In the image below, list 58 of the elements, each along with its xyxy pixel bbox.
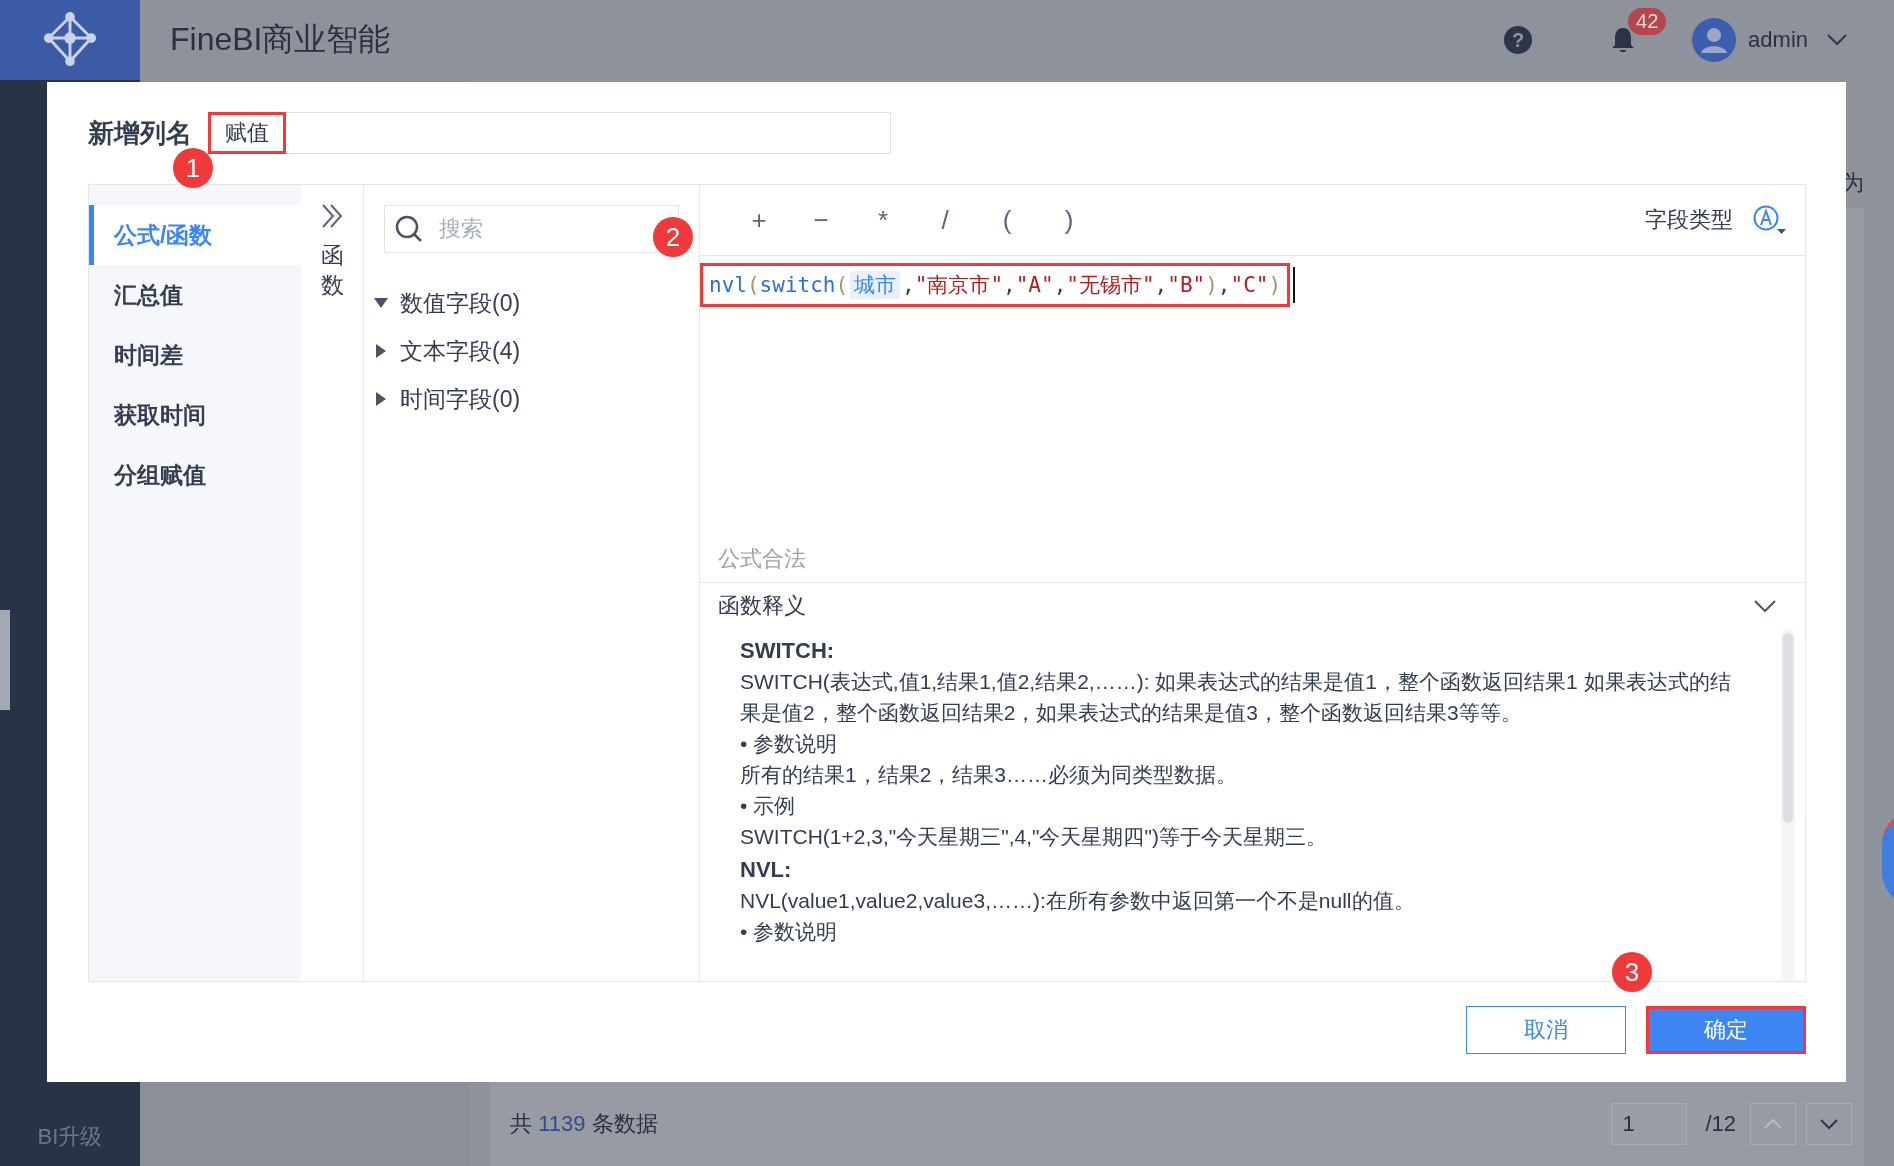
search-icon	[395, 215, 423, 243]
column-name-label: 新增列名	[88, 116, 192, 150]
help-title: 函数释义	[718, 592, 806, 620]
notification-badge: 42	[1628, 8, 1667, 35]
formula-status: 公式合法	[717, 545, 807, 573]
nav-item[interactable]: 获取时间	[89, 385, 301, 445]
collapse-icon[interactable]	[320, 203, 344, 229]
column-name-field[interactable]: 赋值	[208, 112, 891, 154]
page-total: /12	[1705, 1111, 1736, 1137]
step-badge: 2	[653, 217, 693, 257]
chevron-down-icon[interactable]	[1826, 33, 1848, 47]
operator-button[interactable]: −	[802, 204, 840, 236]
help-heading: NVL:	[740, 856, 793, 884]
bell-icon[interactable]	[1610, 26, 1637, 54]
step-badge: 3	[1612, 952, 1652, 992]
user-name[interactable]: admin	[1748, 27, 1808, 53]
page-input[interactable]: 1	[1611, 1103, 1688, 1145]
help-text: • 参数说明	[740, 731, 839, 757]
nav-item[interactable]: 时间差	[89, 325, 301, 385]
cancel-button[interactable]: 取消	[1466, 1006, 1626, 1054]
field-group[interactable]: 时间字段(0)	[374, 375, 679, 423]
app-title: FineBI商业智能	[170, 20, 391, 59]
help-text: NVL(value1,value2,value3,……):在所有参数中返回第一个不是null的值。	[740, 888, 1416, 914]
ok-button[interactable]: 确定	[1646, 1006, 1806, 1054]
nav-item[interactable]: 分组赋值	[89, 445, 301, 505]
logo-icon	[41, 11, 99, 69]
formula-input[interactable]: nvl(switch( 城市 ,"南京市","A","无锡市","B"),"C")	[700, 263, 1291, 307]
help-text: SWITCH(1+2,3,"今天星期三",4,"今天星期四")等于今天星期三。	[740, 824, 1328, 850]
functions-tab[interactable]: 函数	[320, 241, 344, 301]
operator-button[interactable]: *	[864, 204, 902, 236]
next-page-button[interactable]	[1806, 1103, 1852, 1145]
help-text: 所有的结果1，结果2，结果3……必须为同类型数据。	[740, 762, 1239, 788]
operator-button[interactable]: /	[926, 204, 964, 236]
field-type-icon[interactable]	[1753, 205, 1787, 235]
chevron-up-icon	[1763, 1118, 1783, 1130]
help-heading: SWITCH:	[740, 637, 836, 665]
field-group[interactable]: 文本字段(4)	[374, 327, 679, 375]
operator-button[interactable]: +	[740, 204, 778, 236]
help-text: • 示例	[740, 793, 797, 819]
chevron-down-icon[interactable]	[1753, 599, 1777, 613]
collapsed-caret-icon[interactable]	[374, 392, 388, 406]
field-type-label: 字段类型	[1645, 206, 1733, 234]
nav-item[interactable]: 汇总值	[89, 265, 301, 325]
field-group[interactable]: 数值字段(0)	[374, 279, 679, 327]
step-badge: 1	[173, 148, 213, 188]
expanded-caret-icon[interactable]	[374, 296, 388, 310]
record-count: 共 1139 条数据	[510, 1110, 658, 1138]
collapsed-caret-icon[interactable]	[374, 344, 388, 358]
chevron-down-icon	[1819, 1118, 1839, 1130]
avatar-icon[interactable]	[1692, 18, 1737, 62]
help-text: SWITCH(表达式,值1,结果1,值2,结果2,……): 如果表达式的结果是值1，整个函数返回结果1 如果表达式的结果是值2，整个函数返回结果2，如果表达式的结果是值3，整个函数返回结果3等等。	[740, 669, 1732, 726]
help-text: • 参数说明	[740, 919, 839, 945]
operator-button[interactable]: )	[1050, 204, 1088, 236]
help-button[interactable]: ?	[1504, 26, 1533, 54]
text-cursor	[1293, 267, 1296, 303]
scrollbar[interactable]	[1783, 633, 1793, 823]
nav-item[interactable]: 公式/函数	[89, 205, 301, 265]
operator-button[interactable]: (	[988, 204, 1026, 236]
